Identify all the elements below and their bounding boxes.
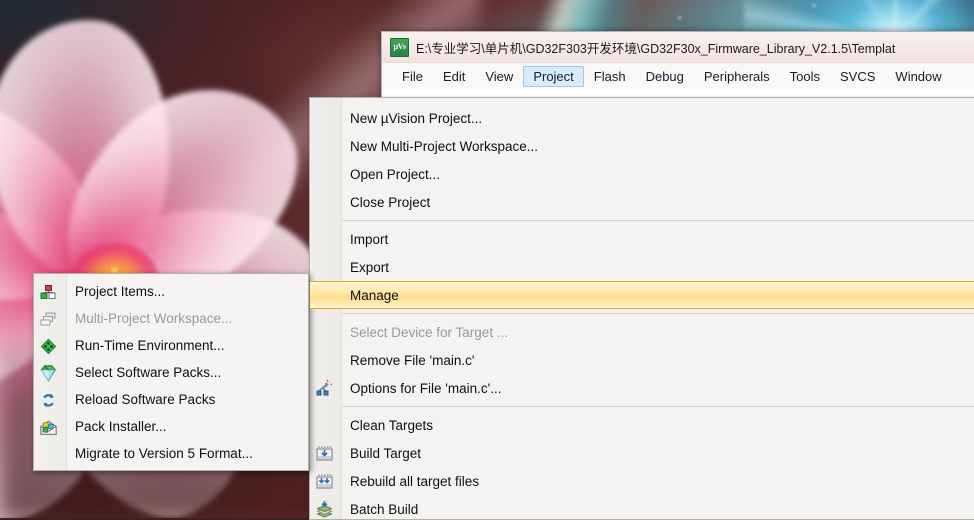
software-packs-icon (39, 364, 58, 383)
menu-item-label: Batch Build (350, 501, 419, 517)
submenu-item-migrate-to-version-5-format[interactable]: Migrate to Version 5 Format... (34, 440, 308, 467)
submenu-item-run-time-environment[interactable]: Run-Time Environment... (34, 332, 308, 359)
menu-item-options-for-file[interactable]: Options for File 'main.c'... (310, 374, 974, 402)
menu-item-new-multi-project-workspace[interactable]: New Multi-Project Workspace... (310, 132, 974, 160)
menu-item-label: Remove File 'main.c' (350, 352, 475, 368)
window-title-bar[interactable]: E:\专业学习\单片机\GD32F303开发环境\GD32F30x_Firmwa… (382, 32, 974, 63)
menu-peripherals[interactable]: Peripherals (694, 66, 780, 87)
menu-item-close-project[interactable]: Close Project (310, 188, 974, 216)
menu-bar: File Edit View Project Flash Debug Perip… (382, 63, 974, 90)
menu-item-label: Manage (350, 287, 399, 303)
submenu-item-label: Select Software Packs... (75, 365, 222, 380)
menu-item-clean-targets[interactable]: Clean Targets (310, 411, 974, 439)
keil-uvision-icon (390, 37, 409, 57)
runtime-env-icon (39, 337, 58, 356)
build-target-icon (315, 444, 334, 463)
project-items-icon (39, 283, 58, 302)
menu-item-export[interactable]: Export (310, 253, 974, 281)
menu-window[interactable]: Window (885, 66, 951, 87)
submenu-item-project-items[interactable]: Project Items... (34, 278, 308, 305)
menu-tools[interactable]: Tools (780, 66, 830, 87)
menu-debug[interactable]: Debug (636, 66, 694, 87)
menu-edit[interactable]: Edit (433, 66, 475, 87)
submenu-item-label: Run-Time Environment... (75, 338, 225, 353)
menu-item-import[interactable]: Import (310, 225, 974, 253)
submenu-item-label: Migrate to Version 5 Format... (75, 446, 253, 461)
menu-item-rebuild-all-target-files[interactable]: Rebuild all target files (310, 467, 974, 495)
rebuild-all-icon (315, 472, 334, 491)
window-title: E:\专业学习\单片机\GD32F303开发环境\GD32F30x_Firmwa… (416, 41, 896, 56)
options-wand-icon (315, 379, 334, 398)
menu-svcs[interactable]: SVCS (830, 66, 885, 87)
batch-build-icon (315, 500, 334, 519)
submenu-item-select-software-packs[interactable]: Select Software Packs... (34, 359, 308, 386)
multi-workspace-icon (39, 310, 58, 329)
menu-view[interactable]: View (475, 66, 523, 87)
menu-item-remove-file[interactable]: Remove File 'main.c' (310, 346, 974, 374)
menu-item-open-project[interactable]: Open Project... (310, 160, 974, 188)
menu-item-batch-build[interactable]: Batch Build (310, 495, 974, 519)
submenu-item-label: Multi-Project Workspace... (75, 311, 233, 326)
submenu-item-pack-installer[interactable]: Pack Installer... (34, 413, 308, 440)
reload-packs-icon (39, 391, 58, 410)
manage-submenu: Project Items... Multi-Project Workspace… (33, 273, 309, 471)
menu-file[interactable]: File (392, 66, 433, 87)
menu-item-label: New µVision Project... (350, 110, 483, 126)
menu-item-label: Rebuild all target files (350, 473, 480, 489)
menu-item-label: Export (350, 259, 390, 275)
menu-project[interactable]: Project (523, 65, 584, 87)
menu-separator (341, 406, 974, 407)
pack-installer-icon (39, 418, 58, 437)
menu-flash[interactable]: Flash (584, 66, 636, 87)
submenu-item-reload-software-packs[interactable]: Reload Software Packs (34, 386, 308, 413)
submenu-item-label: Reload Software Packs (75, 392, 216, 407)
menu-item-label: New Multi-Project Workspace... (350, 138, 539, 154)
menu-item-label: Build Target (350, 445, 422, 461)
menu-item-label: Close Project (350, 194, 431, 210)
menu-separator (341, 220, 974, 221)
menu-item-select-device-for-target: Select Device for Target ... (310, 318, 974, 346)
submenu-item-label: Project Items... (75, 284, 166, 299)
menu-item-new-uvision-project[interactable]: New µVision Project... (310, 104, 974, 132)
menu-item-build-target[interactable]: Build Target (310, 439, 974, 467)
menu-separator (341, 313, 974, 314)
menu-item-label: Import (350, 231, 389, 247)
menu-item-label: Select Device for Target ... (350, 324, 509, 340)
menu-item-label: Options for File 'main.c'... (350, 380, 502, 396)
menu-item-label: Clean Targets (350, 417, 434, 433)
submenu-item-label: Pack Installer... (75, 419, 167, 434)
project-dropdown-menu: New µVision Project... New Multi-Project… (309, 97, 974, 520)
menu-item-label: Open Project... (350, 166, 441, 182)
submenu-item-multi-project-workspace: Multi-Project Workspace... (34, 305, 308, 332)
menu-item-manage[interactable]: Manage (310, 281, 974, 309)
